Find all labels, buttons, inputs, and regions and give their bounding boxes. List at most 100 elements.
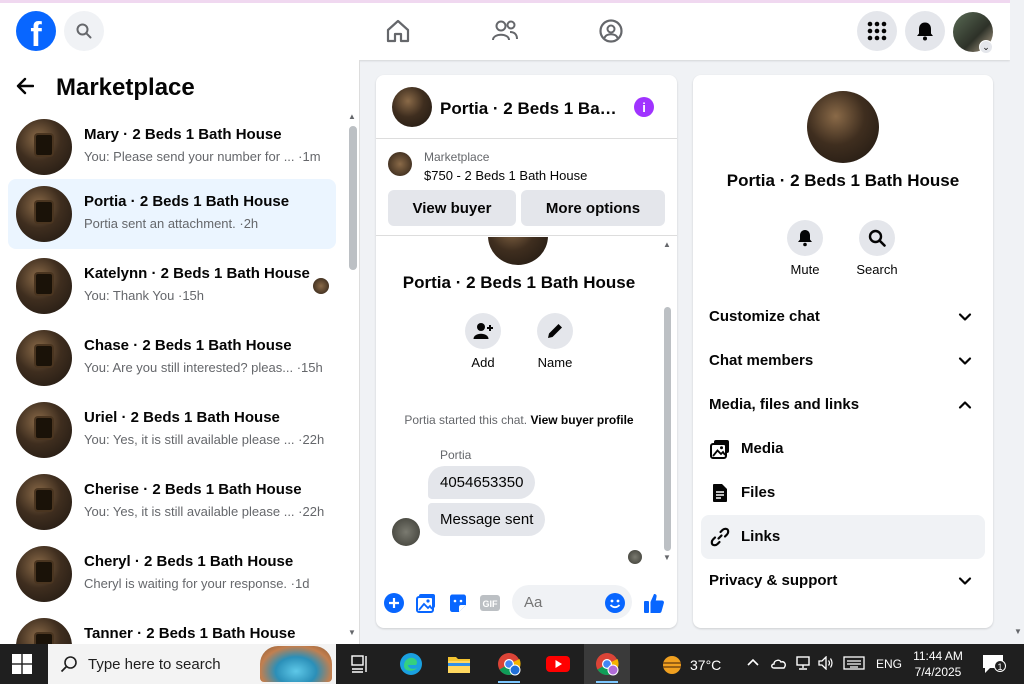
scroll-up-arrow-icon[interactable]: ▲: [663, 240, 671, 249]
image-icon: [709, 438, 731, 460]
chat-members-section[interactable]: Chat members: [701, 339, 985, 383]
listing-thumbnail[interactable]: [388, 152, 412, 176]
avatar[interactable]: [807, 91, 879, 163]
customize-chat-section[interactable]: Customize chat: [701, 295, 985, 339]
volume-icon[interactable]: [818, 655, 834, 673]
info-icon[interactable]: i: [634, 97, 654, 117]
scroll-down-arrow-icon[interactable]: ▼: [1014, 627, 1022, 636]
onedrive-cloud-icon[interactable]: [770, 656, 788, 673]
windows-taskbar: Type here to search 37°C ENG 11:44 AM 7/…: [0, 644, 1024, 684]
chevron-up-icon: [958, 401, 972, 409]
thumbs-up-icon: [644, 594, 664, 613]
avatar[interactable]: [392, 87, 432, 127]
conversation-list-panel: Marketplace Mary · 2 Beds 1 Bath House Y…: [0, 60, 360, 644]
notification-center-button[interactable]: 1: [982, 654, 1006, 674]
chrome-profile-app[interactable]: [584, 644, 630, 684]
media-item[interactable]: Media: [701, 427, 985, 471]
sticker-button[interactable]: [447, 592, 469, 614]
search-highlight-image[interactable]: [260, 646, 332, 682]
scroll-down-arrow-icon[interactable]: ▼: [663, 553, 671, 562]
chat-start-notice: Portia started this chat. View buyer pro…: [404, 413, 634, 427]
system-clock[interactable]: 11:44 AM 7/4/2025: [908, 648, 968, 680]
emoji-button[interactable]: [604, 592, 626, 614]
chrome-app[interactable]: [486, 644, 532, 684]
message-bubble[interactable]: Message sent: [428, 503, 546, 536]
conversation-preview: You: Are you still interested? pleas... …: [84, 360, 323, 375]
avatar: [16, 402, 72, 458]
message-composer: GIF: [376, 578, 677, 628]
conversation-item-mary[interactable]: Mary · 2 Beds 1 Bath House You: Please s…: [8, 112, 336, 182]
add-people-button[interactable]: Add: [453, 313, 513, 370]
conversation-item-cherise[interactable]: Cherise · 2 Beds 1 Bath House You: Yes, …: [8, 467, 336, 537]
conversation-preview: Cheryl is waiting for your response. ·1d: [84, 576, 310, 591]
home-icon: [386, 19, 410, 43]
conversation-item-portia[interactable]: Portia · 2 Beds 1 Bath House Portia sent…: [8, 179, 336, 249]
file-icon: [709, 482, 731, 504]
chat-header-name[interactable]: Portia · 2 Beds 1 Bath House: [440, 99, 620, 119]
photo-icon: [416, 594, 435, 613]
chevron-down-icon[interactable]: ⌄: [979, 40, 993, 54]
taskbar-search-box[interactable]: Type here to search: [48, 644, 336, 684]
conversation-item-katelynn[interactable]: Katelynn · 2 Beds 1 Bath House You: Than…: [8, 251, 336, 321]
more-actions-button[interactable]: [383, 592, 405, 614]
chrome-icon: [596, 653, 619, 676]
search-in-conversation-button[interactable]: Search: [842, 220, 912, 277]
search-button[interactable]: [64, 11, 104, 51]
like-button[interactable]: [643, 592, 665, 614]
seen-avatar: [313, 278, 329, 294]
scroll-up-arrow-icon[interactable]: ▲: [348, 112, 356, 121]
file-explorer-app[interactable]: [436, 644, 482, 684]
scrollbar-thumb[interactable]: [664, 307, 671, 551]
avatar[interactable]: [392, 518, 420, 546]
chevron-down-icon: [958, 313, 972, 321]
youtube-app[interactable]: [535, 644, 581, 684]
conversation-preview: You: Yes, it is still available please .…: [84, 504, 325, 519]
conversation-item-chase[interactable]: Chase · 2 Beds 1 Bath House You: Are you…: [8, 323, 336, 393]
message-thread[interactable]: Portia · 2 Beds 1 Bath House Add Name Po…: [376, 237, 677, 575]
notifications-button[interactable]: [905, 11, 945, 51]
back-arrow-icon[interactable]: [16, 75, 48, 101]
svg-text:GIF: GIF: [483, 599, 499, 609]
page-scrollbar[interactable]: ▼: [1010, 0, 1024, 644]
files-item[interactable]: Files: [701, 471, 985, 515]
groups-nav-button[interactable]: [595, 15, 627, 47]
media-files-links-section[interactable]: Media, files and links: [701, 383, 985, 427]
menu-button[interactable]: [857, 11, 897, 51]
home-nav-button[interactable]: [382, 15, 414, 47]
emoji-icon: [605, 593, 625, 613]
message-bubble[interactable]: 4054653350: [428, 466, 536, 499]
section-label: Customize chat: [709, 308, 820, 325]
scrollbar-thumb[interactable]: [349, 126, 357, 270]
mute-label: Mute: [790, 262, 820, 277]
language-indicator[interactable]: ENG: [876, 657, 902, 671]
task-view-button[interactable]: [338, 644, 384, 684]
edge-app[interactable]: [388, 644, 434, 684]
name-chat-button[interactable]: Name: [525, 313, 585, 370]
weather-widget[interactable]: 37°C: [660, 654, 721, 676]
facebook-logo[interactable]: f: [16, 11, 56, 51]
chevron-up-icon[interactable]: [746, 656, 760, 671]
view-buyer-profile-link[interactable]: View buyer profile: [530, 413, 633, 427]
conversation-item-cheryl[interactable]: Cheryl · 2 Beds 1 Bath House Cheryl is w…: [8, 539, 336, 609]
more-options-button[interactable]: More options: [521, 190, 665, 226]
attach-photo-button[interactable]: [415, 592, 437, 614]
conversation-list-scrollbar[interactable]: ▲ ▼: [346, 112, 358, 642]
edge-icon: [400, 653, 422, 675]
chevron-down-icon: [958, 357, 972, 365]
scroll-down-arrow-icon[interactable]: ▼: [348, 628, 356, 637]
windows-start-icon[interactable]: [12, 654, 32, 674]
listing-title[interactable]: $750 - 2 Beds 1 Bath House: [424, 168, 587, 183]
links-item[interactable]: Links: [701, 515, 985, 559]
task-view-icon: [351, 655, 367, 673]
keyboard-icon[interactable]: [843, 656, 865, 673]
privacy-support-section[interactable]: Privacy & support: [701, 559, 985, 603]
view-buyer-button[interactable]: View buyer: [388, 190, 516, 226]
conversation-item-uriel[interactable]: Uriel · 2 Beds 1 Bath House You: Yes, it…: [8, 395, 336, 465]
clock-date: 7/4/2025: [914, 665, 962, 679]
conversation-item-tanner[interactable]: Tanner · 2 Beds 1 Bath House: [8, 611, 336, 644]
gif-button[interactable]: GIF: [479, 592, 501, 614]
mute-button[interactable]: Mute: [770, 220, 840, 277]
chrome-icon: [498, 653, 521, 676]
network-icon[interactable]: [795, 656, 811, 673]
friends-nav-button[interactable]: [489, 15, 521, 47]
